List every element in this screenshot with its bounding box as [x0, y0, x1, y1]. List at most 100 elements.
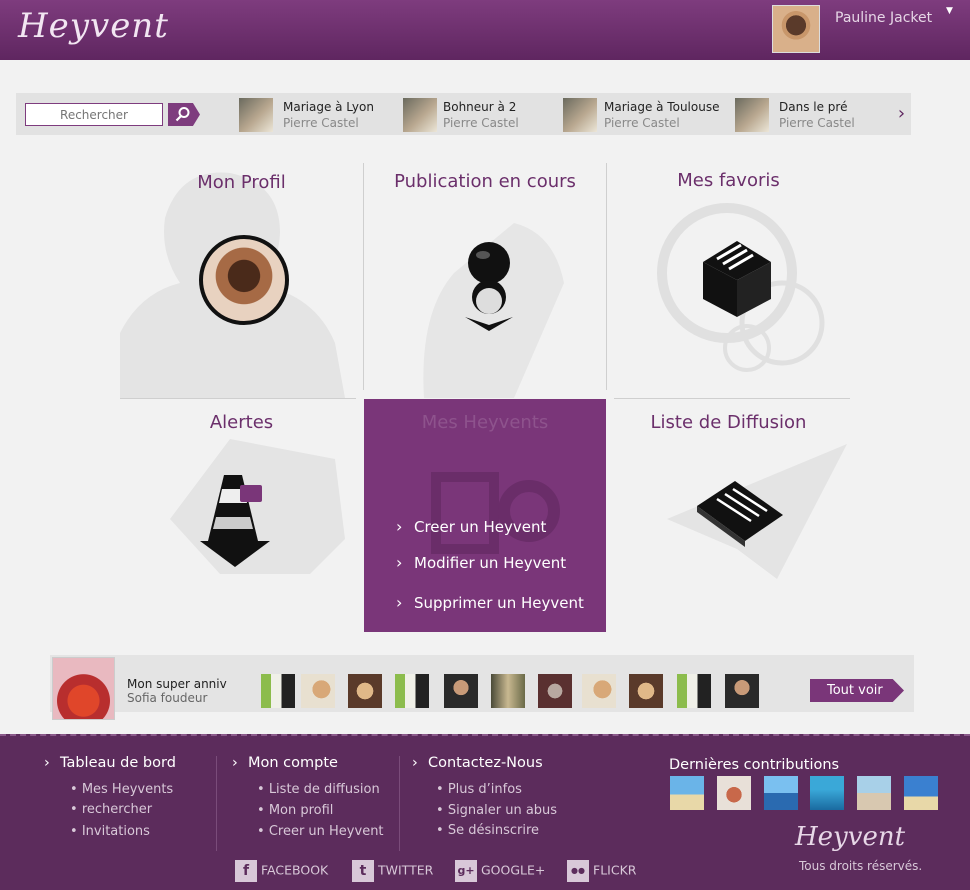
story-title: Bohneur à 2	[443, 100, 517, 114]
event-photo[interactable]	[444, 674, 478, 708]
event-title[interactable]: Mon super anniv	[127, 677, 227, 691]
bullet-icon: •	[70, 824, 78, 839]
story-author: Pierre Castel	[779, 116, 855, 130]
tile-alerts[interactable]: Alertes	[120, 399, 363, 632]
tile-profile[interactable]: Mon Profil	[120, 163, 363, 398]
footer-link[interactable]: • Invitations	[70, 824, 150, 839]
event-author: Sofia foudeur	[127, 691, 208, 705]
social-label: TWITTER	[378, 862, 434, 878]
create-heyvent-link[interactable]: › Creer un Heyvent	[396, 517, 546, 536]
event-photo[interactable]	[538, 674, 572, 708]
flickr-link[interactable]: ●● FLICKR	[567, 860, 636, 882]
see-all-button[interactable]: Tout voir	[810, 679, 904, 702]
edit-heyvent-link[interactable]: › Modifier un Heyvent	[396, 553, 566, 572]
heyvent-logo[interactable]: Heyvent	[18, 6, 169, 46]
contribution-photo[interactable]	[764, 776, 798, 810]
event-photo[interactable]	[629, 674, 663, 708]
cone-icon	[200, 475, 270, 567]
story-title: Mariage à Lyon	[283, 100, 374, 114]
bullet-icon: •	[70, 782, 78, 797]
menu-label: Supprimer un Heyvent	[414, 594, 584, 612]
bullet-icon: •	[257, 803, 265, 818]
social-label: GOOGLE+	[481, 862, 546, 878]
footer-link[interactable]: • Liste de diffusion	[257, 782, 380, 797]
event-photo[interactable]	[582, 674, 616, 708]
contribution-photo[interactable]	[670, 776, 704, 810]
footer-link[interactable]: • Plus d’infos	[436, 782, 522, 797]
chevron-down-icon[interactable]: ▼	[946, 6, 953, 16]
tile-publication[interactable]: Publication en cours	[364, 163, 606, 398]
contribution-photo[interactable]	[717, 776, 751, 810]
event-photo[interactable]	[301, 674, 335, 708]
chevron-right-icon[interactable]: ›	[892, 99, 911, 129]
box-icon	[703, 241, 771, 317]
facebook-icon: f	[235, 860, 257, 882]
flickr-icon: ●●	[567, 860, 589, 882]
event-photo[interactable]	[261, 674, 295, 708]
story-thumbnail	[239, 98, 273, 132]
twitter-link[interactable]: t TWITTER	[352, 860, 433, 882]
footer-heading: Mon compte	[248, 755, 338, 771]
profile-avatar[interactable]	[199, 235, 289, 325]
footer-link-label: Creer un Heyvent	[268, 824, 384, 839]
copyright-text: Tous droits réservés.	[799, 859, 923, 873]
footer-link-label: Signaler un abus	[447, 803, 558, 818]
footer-link[interactable]: • Mes Heyvents	[70, 782, 173, 797]
story-thumbnail	[403, 98, 437, 132]
top-header: Heyvent Pauline Jacket ▼	[0, 0, 970, 60]
social-label: FLICKR	[593, 862, 637, 878]
tile-diffusion[interactable]: Liste de Diffusion	[607, 399, 850, 632]
event-photo[interactable]	[677, 674, 711, 708]
contribution-photo[interactable]	[857, 776, 891, 810]
event-photo[interactable]	[395, 674, 429, 708]
chevron-right-icon: ›	[396, 517, 403, 536]
story-author: Pierre Castel	[443, 116, 519, 130]
search-button[interactable]	[168, 103, 200, 126]
contribution-photo[interactable]	[810, 776, 844, 810]
tile-favorites[interactable]: Mes favoris	[607, 163, 850, 398]
event-photo[interactable]	[348, 674, 382, 708]
story-author: Pierre Castel	[604, 116, 680, 130]
footer-link[interactable]: • Signaler un abus	[436, 803, 557, 818]
footer-link[interactable]: • rechercher	[70, 802, 152, 817]
event-thumbnail[interactable]	[52, 657, 115, 720]
event-bar: Mon super anniv Sofia foudeur Tout voir	[50, 655, 914, 720]
bullet-icon: •	[436, 823, 444, 838]
tile-title: Alertes	[209, 412, 274, 433]
user-name[interactable]: Pauline Jacket	[835, 10, 932, 26]
bullet-icon: •	[436, 803, 444, 818]
contribution-photo[interactable]	[904, 776, 938, 810]
user-avatar[interactable]	[772, 5, 820, 53]
chevron-right-icon: ›	[44, 755, 50, 771]
footer-link[interactable]: • Se désinscrire	[436, 823, 539, 838]
footer-account-link[interactable]: › Mon compte	[232, 755, 338, 771]
footer-logo[interactable]: Heyvent	[795, 822, 905, 852]
google-plus-icon: g+	[455, 860, 477, 882]
footer-link-label: Invitations	[81, 824, 150, 839]
story-thumbnail	[735, 98, 769, 132]
tile-title: Mes Heyvents	[421, 412, 549, 433]
footer-link[interactable]: • Mon profil	[257, 803, 333, 818]
footer-link-label: Mon profil	[268, 803, 334, 818]
footer-heading: Tableau de bord	[60, 755, 176, 771]
footer-contact-link[interactable]: › Contactez-Nous	[412, 755, 543, 771]
delete-heyvent-link[interactable]: › Supprimer un Heyvent	[396, 593, 584, 612]
divider	[399, 756, 400, 851]
facebook-link[interactable]: f FACEBOOK	[235, 860, 328, 882]
chevron-right-icon: ›	[232, 755, 238, 771]
divider	[216, 756, 217, 851]
chevron-right-icon: ›	[396, 593, 403, 612]
bullet-icon: •	[436, 782, 444, 797]
social-label: FACEBOOK	[261, 862, 329, 878]
footer-link[interactable]: • Creer un Heyvent	[257, 824, 384, 839]
footer-link-label: Se désinscrire	[447, 823, 540, 838]
footer-dashboard-link[interactable]: › Tableau de bord	[44, 755, 176, 771]
tile-heyvents[interactable]: Mes Heyvents › Creer un Heyvent › Modifier…	[364, 399, 606, 632]
google-plus-link[interactable]: g+ GOOGLE+	[455, 860, 545, 882]
search-input[interactable]	[25, 103, 163, 126]
footer-link-label: Mes Heyvents	[81, 782, 174, 797]
chevron-right-icon: ›	[396, 553, 403, 572]
story-title: Mariage à Toulouse	[604, 100, 720, 114]
event-photo[interactable]	[725, 674, 759, 708]
event-photo[interactable]	[491, 674, 525, 708]
